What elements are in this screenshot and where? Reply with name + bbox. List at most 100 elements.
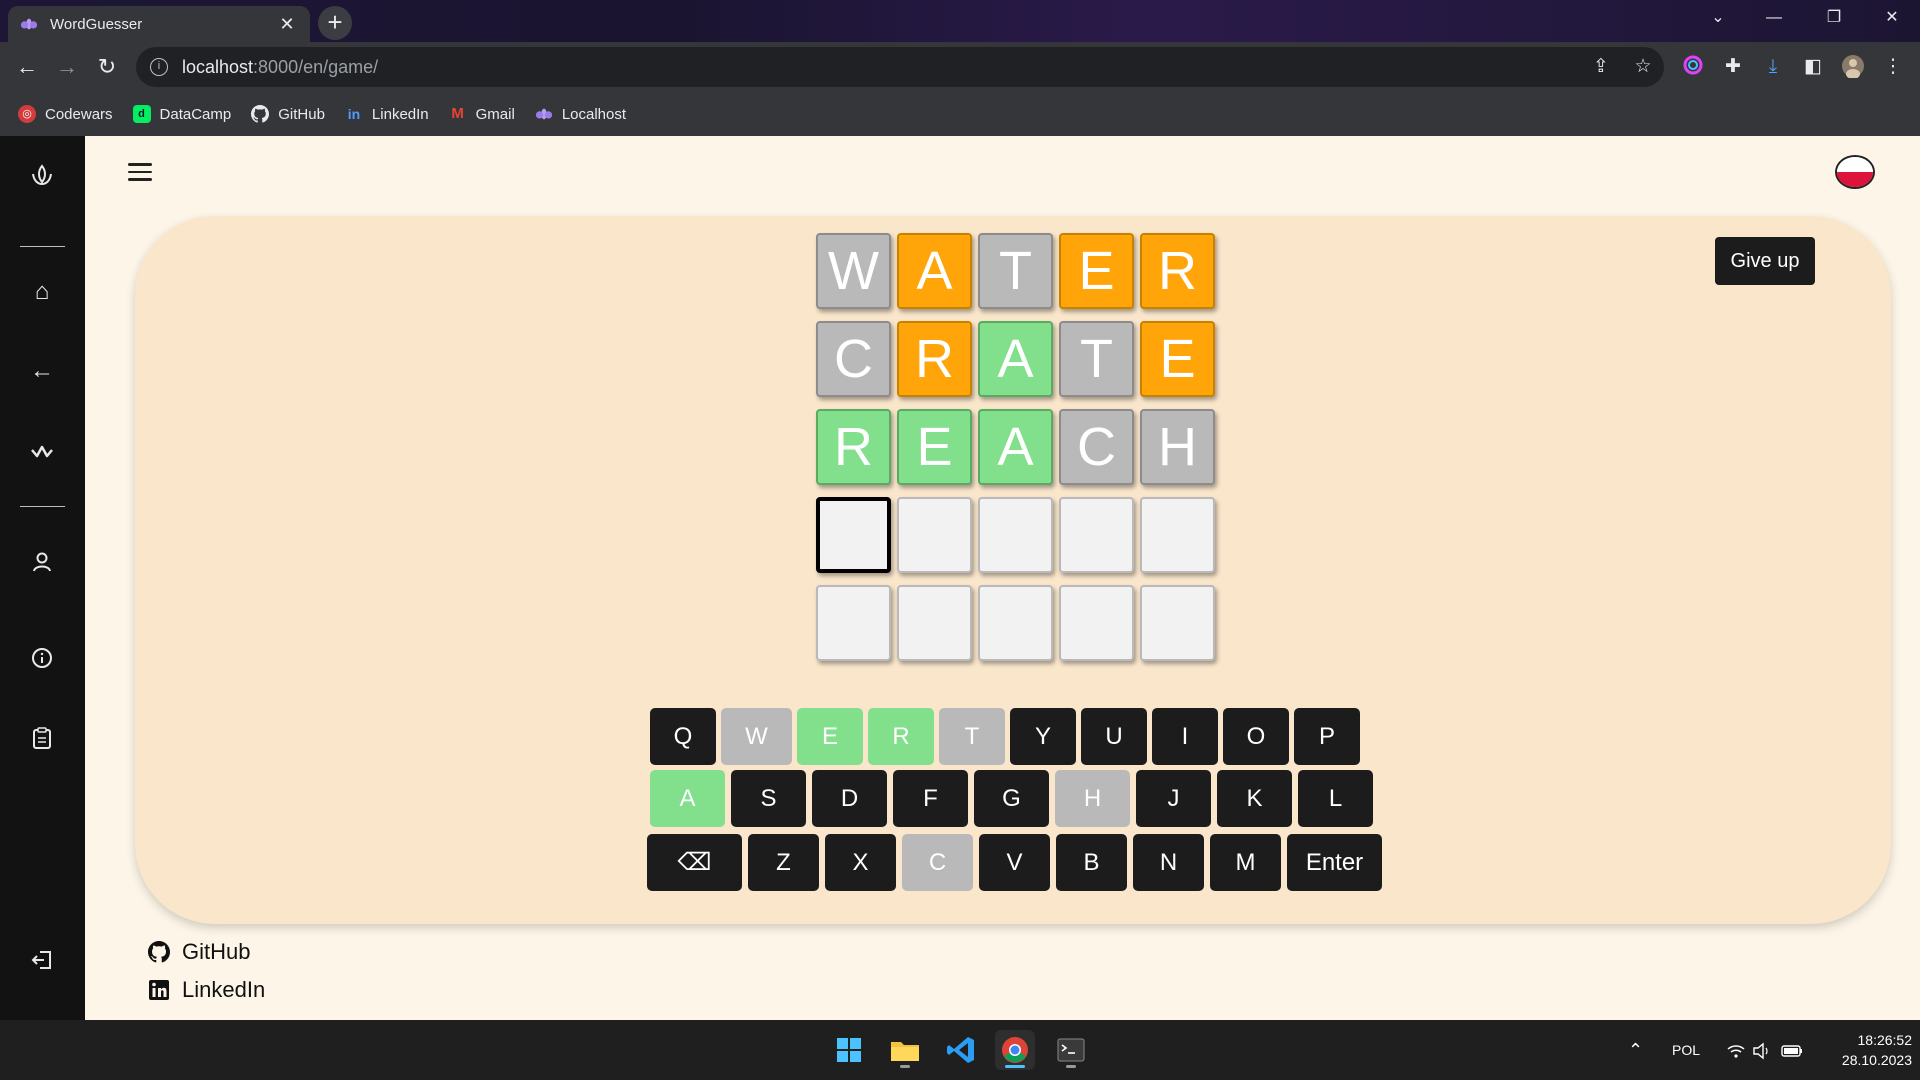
key-e[interactable]: E (797, 708, 863, 765)
site-info-icon[interactable]: i (150, 58, 168, 76)
key-c[interactable]: C (902, 834, 973, 891)
share-icon[interactable]: ⇪ (1588, 54, 1614, 80)
letter-tile: R (816, 409, 891, 485)
lotus-icon (535, 108, 552, 120)
letter-tile: A (978, 321, 1053, 397)
bookmark-star-icon[interactable]: ☆ (1630, 54, 1656, 80)
key-a[interactable]: A (650, 770, 725, 827)
key-v[interactable]: V (979, 834, 1050, 891)
windows-start-icon[interactable] (829, 1030, 869, 1070)
logout-icon[interactable] (22, 944, 62, 984)
color-extension-icon[interactable] (1680, 54, 1706, 80)
file-explorer-icon[interactable] (885, 1030, 925, 1070)
key-q[interactable]: Q (650, 708, 716, 765)
key-h[interactable]: H (1055, 770, 1130, 827)
key-z[interactable]: Z (748, 834, 819, 891)
sidebar-divider (20, 506, 65, 507)
system-tray-icons[interactable] (1724, 1020, 1814, 1080)
key-b[interactable]: B (1056, 834, 1127, 891)
close-window-icon[interactable]: ✕ (1864, 0, 1920, 36)
key-r[interactable]: R (868, 708, 934, 765)
chrome-icon[interactable] (995, 1030, 1035, 1070)
key-k[interactable]: K (1217, 770, 1292, 827)
lotus-logo-icon[interactable] (22, 162, 62, 202)
extensions-puzzle-icon[interactable]: ✚ (1720, 54, 1746, 80)
key-p[interactable]: P (1294, 708, 1360, 765)
user-icon[interactable] (22, 546, 62, 586)
bookmarks-bar: ◎ Codewars d DataCamp GitHub in LinkedIn… (0, 92, 1920, 136)
bookmark-datacamp[interactable]: d DataCamp (132, 105, 231, 123)
bookmark-localhost[interactable]: Localhost (535, 105, 626, 123)
datacamp-icon: d (132, 105, 151, 123)
forward-icon[interactable]: → (52, 52, 82, 82)
bookmark-github[interactable]: GitHub (251, 105, 325, 123)
board-row: REACH (816, 409, 1221, 485)
guess-board: WATERCRATEREACH (816, 233, 1221, 673)
letter-tile (897, 585, 972, 661)
key-j[interactable]: J (1136, 770, 1211, 827)
key-t[interactable]: T (939, 708, 1005, 765)
bookmark-linkedin[interactable]: in LinkedIn (345, 105, 429, 123)
tab-search-icon[interactable]: ⌄ (1690, 0, 1746, 36)
back-icon[interactable]: ← (12, 52, 42, 82)
bookmark-label: GitHub (278, 105, 325, 123)
language-indicator[interactable]: POL (1672, 1020, 1700, 1080)
letter-tile: C (1059, 409, 1134, 485)
key-u[interactable]: U (1081, 708, 1147, 765)
letter-tile (1140, 585, 1215, 661)
clipboard-icon[interactable] (22, 722, 62, 762)
linkedin-icon (149, 980, 169, 1000)
github-link-label: GitHub (182, 939, 251, 964)
bookmark-gmail[interactable]: M Gmail (449, 105, 514, 123)
key-x[interactable]: X (825, 834, 896, 891)
key-y[interactable]: Y (1010, 708, 1076, 765)
backspace-key[interactable]: ⌫ (647, 834, 742, 891)
close-tab-icon[interactable]: ✕ (276, 14, 298, 35)
key-m[interactable]: M (1210, 834, 1281, 891)
key-n[interactable]: N (1133, 834, 1204, 891)
bookmark-label: LinkedIn (371, 105, 429, 123)
back-arrow-icon[interactable]: ← (22, 351, 62, 391)
key-o[interactable]: O (1223, 708, 1289, 765)
terminal-icon[interactable] (1051, 1030, 1091, 1070)
hamburger-menu-icon[interactable] (128, 163, 152, 183)
key-l[interactable]: L (1298, 770, 1373, 827)
footer-github-link[interactable]: GitHub (148, 939, 250, 965)
browser-toolbar: ← → ↻ i localhost :8000/en/game/ ⇪ ☆ ✚ ⤓… (0, 42, 1920, 92)
enter-key[interactable]: Enter (1287, 834, 1382, 891)
browser-menu-icon[interactable]: ⋮ (1880, 54, 1906, 80)
key-f[interactable]: F (893, 770, 968, 827)
give-up-button[interactable]: Give up (1715, 237, 1815, 285)
side-panel-icon[interactable]: ◧ (1800, 54, 1826, 80)
info-icon[interactable] (22, 642, 62, 682)
minimize-icon[interactable]: — (1746, 0, 1802, 36)
gmail-icon: M (451, 105, 464, 122)
download-icon[interactable]: ⤓ (1760, 54, 1786, 80)
stats-wave-icon[interactable] (22, 431, 62, 471)
key-g[interactable]: G (974, 770, 1049, 827)
address-bar[interactable]: i localhost :8000/en/game/ (136, 47, 1664, 87)
linkedin-link-label: LinkedIn (182, 977, 266, 1002)
system-clock[interactable]: 18:26:52 28.10.2023 (1812, 1030, 1912, 1070)
letter-tile: T (978, 233, 1053, 309)
browser-titlebar: WordGuesser ✕ + ⌄ — ❐ ✕ (0, 0, 1920, 42)
profile-avatar[interactable] (1840, 54, 1866, 80)
github-icon (251, 105, 270, 123)
letter-tile: R (1140, 233, 1215, 309)
browser-tab[interactable]: WordGuesser ✕ (8, 6, 310, 42)
show-hidden-icons-icon[interactable]: ⌃ (1628, 1020, 1643, 1080)
key-s[interactable]: S (731, 770, 806, 827)
reload-icon[interactable]: ↻ (92, 52, 122, 82)
home-icon[interactable]: ⌂ (22, 272, 62, 312)
key-d[interactable]: D (812, 770, 887, 827)
new-tab-button[interactable]: + (318, 6, 352, 40)
footer-linkedin-link[interactable]: LinkedIn (148, 977, 265, 1003)
key-w[interactable]: W (721, 708, 792, 765)
letter-tile: H (1140, 409, 1215, 485)
restore-icon[interactable]: ❐ (1806, 0, 1862, 36)
poland-flag-language-icon[interactable] (1835, 155, 1875, 189)
letter-tile: A (897, 233, 972, 309)
vscode-icon[interactable] (941, 1030, 981, 1070)
bookmark-codewars[interactable]: ◎ Codewars (18, 105, 113, 123)
key-i[interactable]: I (1152, 708, 1218, 765)
